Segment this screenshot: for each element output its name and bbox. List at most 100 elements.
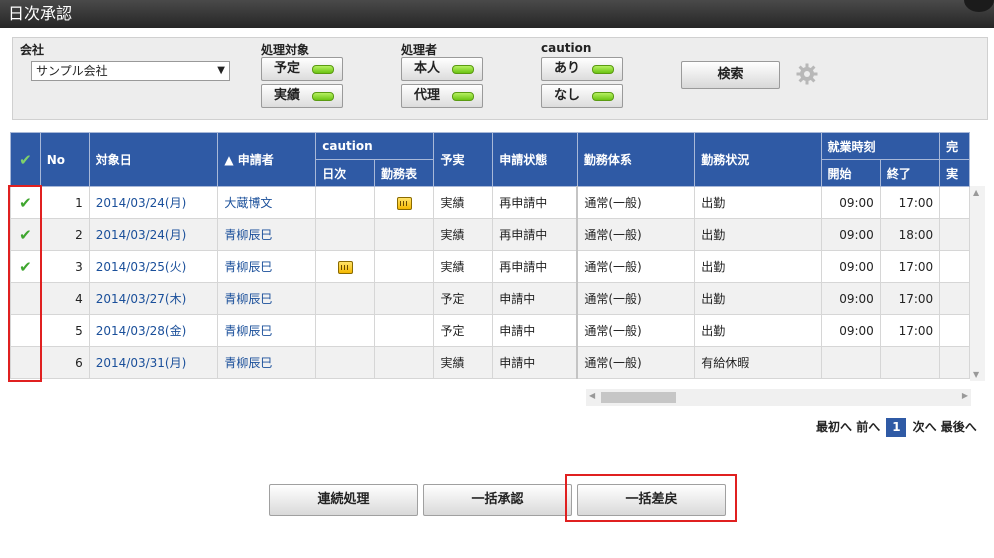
dropdown-arrow-icon: ▼ [217, 65, 225, 76]
cell-status-text: 申請中 [499, 324, 536, 338]
cell-applicant-text: 青柳辰巳 [224, 292, 273, 306]
header-caution: caution [315, 132, 435, 160]
cell-caution-daily [315, 282, 376, 315]
cell-date[interactable]: 2014/03/25(火) [88, 250, 219, 283]
cell-date[interactable]: 2014/03/24(月) [88, 186, 219, 219]
table-row[interactable]: ✔ 2 2014/03/24(月) 青柳辰巳 実績 再申請中 通常(一般) 出勤 09:00 18… [10, 218, 970, 251]
page-title: 日次承認 [8, 4, 73, 23]
cell-start: 09:00 [820, 250, 881, 283]
cell-applicant-text: 青柳辰巳 [224, 228, 273, 242]
cell-no-text: 1 [75, 195, 83, 210]
window-corner [964, 0, 994, 12]
header-caution-daily: 日次 [315, 159, 376, 187]
cell-applicant[interactable]: 青柳辰巳 [217, 314, 317, 347]
search-button[interactable]: 検索 [681, 61, 780, 89]
header-work-state: 勤務状況 [694, 132, 822, 187]
toggle-proxy[interactable]: 代理 [401, 84, 483, 108]
cell-work-system-text: 通常(一般) [584, 196, 642, 210]
cell-date-text: 2014/03/31(月) [95, 356, 187, 370]
cell-work-system-text: 通常(一般) [584, 356, 642, 370]
toggle-caution-no[interactable]: なし [541, 84, 623, 108]
cell-status-text: 再申請中 [499, 228, 548, 242]
horizontal-scrollbar[interactable]: ◀ ▶ [586, 389, 971, 406]
cell-overflow [939, 314, 970, 347]
bulk-approve-button[interactable]: 一括承認 [423, 484, 572, 516]
timesheet-icon[interactable] [337, 260, 353, 274]
cell-status-text: 再申請中 [499, 196, 548, 210]
cell-work-system-text: 通常(一般) [584, 260, 642, 274]
header-date[interactable]: 対象日 [88, 132, 219, 187]
continuous-process-button[interactable]: 連続処理 [269, 484, 418, 516]
cell-date[interactable]: 2014/03/31(月) [88, 346, 219, 379]
toggle-caution-yes[interactable]: あり [541, 57, 623, 81]
cell-date[interactable]: 2014/03/24(月) [88, 218, 219, 251]
cell-plan-actual: 実績 [433, 250, 494, 283]
toggle-actual[interactable]: 実績 [261, 84, 343, 108]
cell-caution-sheet [374, 186, 435, 219]
cell-status-text: 申請中 [499, 292, 536, 306]
cell-no: 4 [39, 282, 90, 315]
cell-work-state: 有給休暇 [694, 346, 822, 379]
cell-date[interactable]: 2014/03/28(金) [88, 314, 219, 347]
pager-next[interactable]: 次へ [913, 418, 937, 435]
cell-work-state: 出勤 [694, 282, 822, 315]
cell-end-text: 17:00 [898, 195, 934, 210]
cell-plan-actual-text: 予定 [440, 324, 465, 338]
scroll-down-icon[interactable]: ▼ [973, 370, 979, 379]
scroll-right-icon[interactable]: ▶ [962, 391, 968, 400]
header-applicant[interactable]: ▲ 申請者 [217, 132, 317, 187]
toggle-plan[interactable]: 予定 [261, 57, 343, 81]
cell-plan-actual: 実績 [433, 186, 494, 219]
gear-icon[interactable] [796, 63, 818, 85]
cell-caution-daily [315, 314, 376, 347]
pager-first[interactable]: 最初へ [816, 418, 852, 435]
scroll-thumb[interactable] [601, 392, 676, 403]
cell-status-text: 再申請中 [499, 260, 548, 274]
cell-caution-sheet [374, 346, 435, 379]
cell-plan-actual: 予定 [433, 282, 494, 315]
cell-end: 18:00 [879, 218, 941, 251]
cell-applicant[interactable]: 青柳辰巳 [217, 250, 317, 283]
led-on-icon [312, 92, 334, 101]
cell-date[interactable]: 2014/03/27(木) [88, 282, 219, 315]
toggle-self[interactable]: 本人 [401, 57, 483, 81]
cell-applicant[interactable]: 青柳辰巳 [217, 282, 317, 315]
cell-start-text: 09:00 [839, 195, 874, 210]
cell-applicant[interactable]: 大蔵博文 [217, 186, 317, 219]
timesheet-icon[interactable] [396, 196, 412, 210]
cell-caution-daily [315, 346, 376, 379]
cell-overflow [939, 186, 970, 219]
table-row[interactable]: ✔ 3 2014/03/25(火) 青柳辰巳 実績 再申請中 通常(一般) 出勤 09:00 17… [10, 250, 970, 283]
cell-plan-actual-text: 実績 [440, 356, 465, 370]
cell-work-state: 出勤 [694, 218, 822, 251]
pager-prev[interactable]: 前へ [856, 418, 880, 435]
cell-work-system: 通常(一般) [576, 218, 696, 251]
cell-no: 1 [39, 186, 90, 219]
cell-start-text: 09:00 [839, 227, 874, 242]
table-row[interactable]: 6 2014/03/31(月) 青柳辰巳 実績 申請中 通常(一般) 有給休暇 [10, 346, 970, 379]
scroll-up-icon[interactable]: ▲ [973, 188, 979, 197]
cell-work-state-text: 出勤 [701, 292, 726, 306]
cell-status: 再申請中 [492, 186, 578, 219]
cell-applicant[interactable]: 青柳辰巳 [217, 346, 317, 379]
company-select[interactable]: サンプル会社 ▼ [31, 61, 230, 81]
cell-no-text: 6 [75, 355, 83, 370]
pager-last[interactable]: 最後へ [941, 418, 977, 435]
header-check[interactable]: ✔ [10, 132, 41, 187]
cell-no-text: 5 [75, 323, 83, 338]
cell-date-text: 2014/03/25(火) [95, 260, 187, 274]
pager-current[interactable]: 1 [886, 418, 907, 437]
cell-applicant[interactable]: 青柳辰巳 [217, 218, 317, 251]
cell-work-system-text: 通常(一般) [584, 228, 642, 242]
cell-work-system: 通常(一般) [576, 250, 696, 283]
table-row[interactable]: 4 2014/03/27(木) 青柳辰巳 予定 申請中 通常(一般) 出勤 09:00 17:0… [10, 282, 970, 315]
vertical-scrollbar[interactable]: ▲ ▼ [970, 186, 985, 381]
company-label: 会社 [20, 43, 45, 57]
table-row[interactable]: ✔ 1 2014/03/24(月) 大蔵博文 実績 再申請中 通常(一般) 出勤 09:00 17… [10, 186, 970, 219]
table-row[interactable]: 5 2014/03/28(金) 青柳辰巳 予定 申請中 通常(一般) 出勤 09:00 17:0… [10, 314, 970, 347]
cell-work-state-text: 出勤 [701, 196, 726, 210]
cell-start: 09:00 [820, 282, 881, 315]
cell-plan-actual: 予定 [433, 314, 494, 347]
scroll-left-icon[interactable]: ◀ [589, 391, 595, 400]
cell-start-text: 09:00 [839, 291, 874, 306]
